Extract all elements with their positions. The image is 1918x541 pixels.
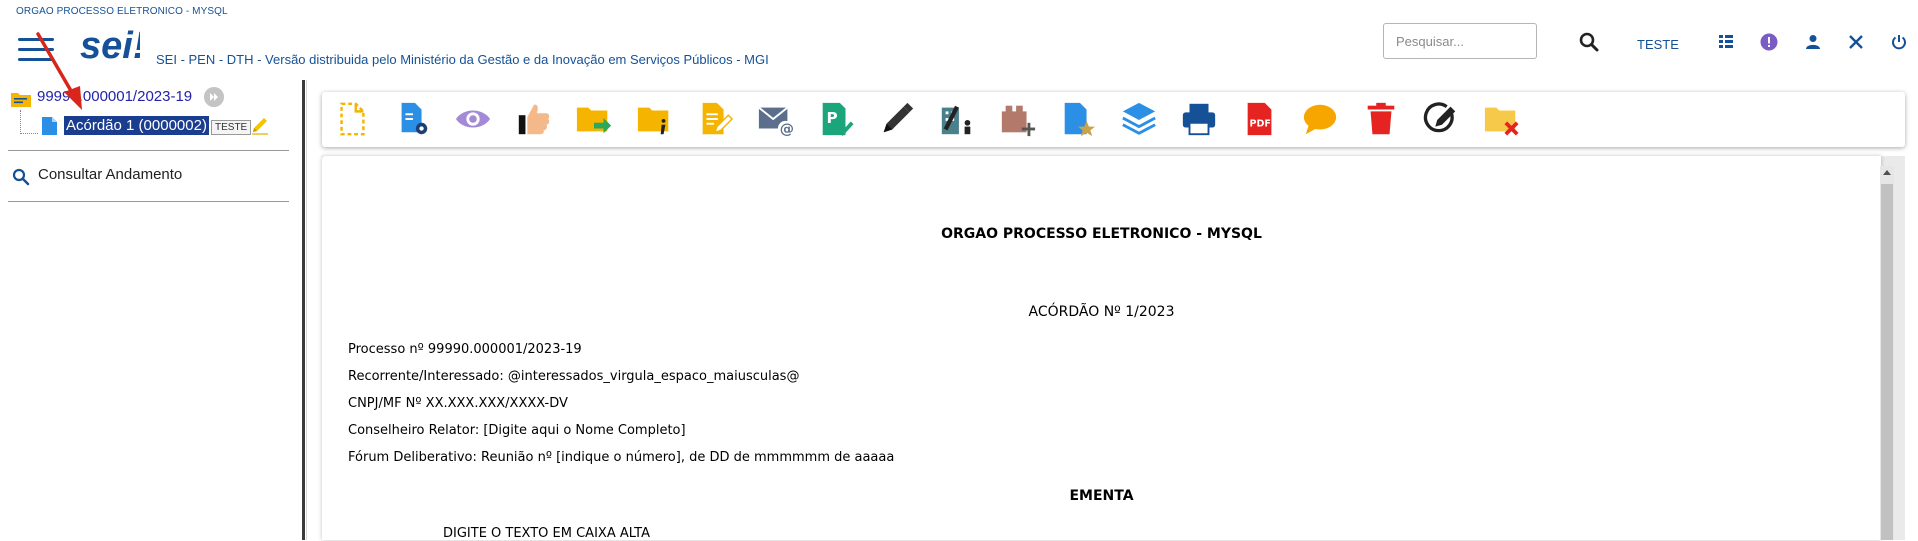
folder-icon: [11, 93, 31, 107]
unit-link[interactable]: TESTE: [1637, 37, 1679, 52]
document-icon: [42, 117, 57, 135]
layers-icon[interactable]: [1119, 99, 1159, 139]
delete-icon[interactable]: [1361, 99, 1401, 139]
document-title: ACÓRDÃO Nº 1/2023: [1028, 304, 1175, 320]
document-toolbar: @ P PDF: [322, 92, 1905, 147]
process-settings-icon[interactable]: [393, 99, 433, 139]
unit-badge: TESTE: [211, 120, 252, 135]
assign-icon[interactable]: [514, 99, 554, 139]
document-page: ORGAO PROCESSO ELETRONICO - MYSQL ACÓRDÃ…: [322, 156, 1881, 541]
print-icon[interactable]: [1179, 99, 1219, 139]
power-icon[interactable]: [1890, 33, 1908, 51]
svg-text:PDF: PDF: [1250, 119, 1271, 130]
system-description: SEI - PEN - DTH - Versão distribuida pel…: [156, 52, 769, 67]
sign-icon[interactable]: P: [816, 99, 856, 139]
document-header: ORGAO PROCESSO ELETRONICO - MYSQL: [941, 226, 1262, 242]
close-process-icon[interactable]: [1482, 99, 1522, 139]
svg-text:P: P: [827, 109, 838, 127]
alert-icon[interactable]: [1760, 33, 1778, 51]
search-icon: [12, 168, 30, 186]
svg-text:@: @: [780, 121, 794, 137]
document-line: Conselheiro Relator: [Digite aqui o Nome…: [348, 423, 686, 438]
search-input[interactable]: [1383, 23, 1537, 59]
consult-history-link[interactable]: Consultar Andamento: [38, 166, 182, 183]
grid-icon[interactable]: [1717, 33, 1735, 51]
new-document-icon[interactable]: [332, 99, 372, 139]
divider: [8, 201, 289, 202]
pen-icon[interactable]: [877, 99, 917, 139]
send-email-icon[interactable]: @: [756, 99, 796, 139]
section-heading: EMENTA: [1069, 488, 1134, 504]
pane-divider[interactable]: [302, 80, 305, 540]
document-line: CNPJ/MF Nº XX.XXX.XXX/XXXX-DV: [348, 396, 568, 411]
document-line: Fórum Deliberativo: Reunião nº [indique …: [348, 450, 895, 465]
document-line: Processo nº 99990.000001/2023-19: [348, 342, 582, 357]
document-body: DIGITE O TEXTO EM CAIXA ALTA: [443, 526, 651, 541]
document-line: Recorrente/Interessado: @interessados_vi…: [348, 369, 800, 384]
comment-icon[interactable]: [1300, 99, 1340, 139]
org-name: ORGAO PROCESSO ELETRONICO - MYSQL: [16, 6, 228, 17]
process-link[interactable]: 99990.000001/2023-19: [37, 88, 192, 105]
document-link[interactable]: Acórdão 1 (0000002): [64, 116, 209, 135]
pane-divider-shadow: [306, 80, 307, 540]
process-info-icon[interactable]: [635, 99, 675, 139]
pdf-icon[interactable]: PDF: [1240, 99, 1280, 139]
expand-arrow-icon[interactable]: [204, 87, 224, 107]
add-to-block-icon[interactable]: [998, 99, 1038, 139]
scroll-up-icon[interactable]: [1882, 168, 1892, 178]
header: ORGAO PROCESSO ELETRONICO - MYSQL sei! S…: [0, 0, 1918, 80]
process-tree-pane: [0, 80, 300, 540]
svg-text:sei!: sei!: [80, 25, 140, 67]
view-icon[interactable]: [453, 99, 493, 139]
edit-document-icon[interactable]: [695, 99, 735, 139]
sei-logo[interactable]: sei!: [80, 22, 140, 68]
checkout-icon[interactable]: [1421, 99, 1461, 139]
search-icon[interactable]: [1579, 32, 1599, 52]
tree-connector: [20, 110, 21, 134]
send-process-icon[interactable]: [574, 99, 614, 139]
scrollbar-thumb[interactable]: [1881, 184, 1893, 540]
user-icon[interactable]: [1804, 33, 1822, 51]
pencil-icon[interactable]: [250, 115, 270, 135]
divider: [8, 150, 289, 151]
favorite-document-icon[interactable]: [1058, 99, 1098, 139]
menu-icon[interactable]: [18, 34, 54, 64]
assign-unit-icon[interactable]: [937, 99, 977, 139]
tree-connector: [20, 133, 38, 134]
close-tools-icon[interactable]: [1847, 33, 1865, 51]
